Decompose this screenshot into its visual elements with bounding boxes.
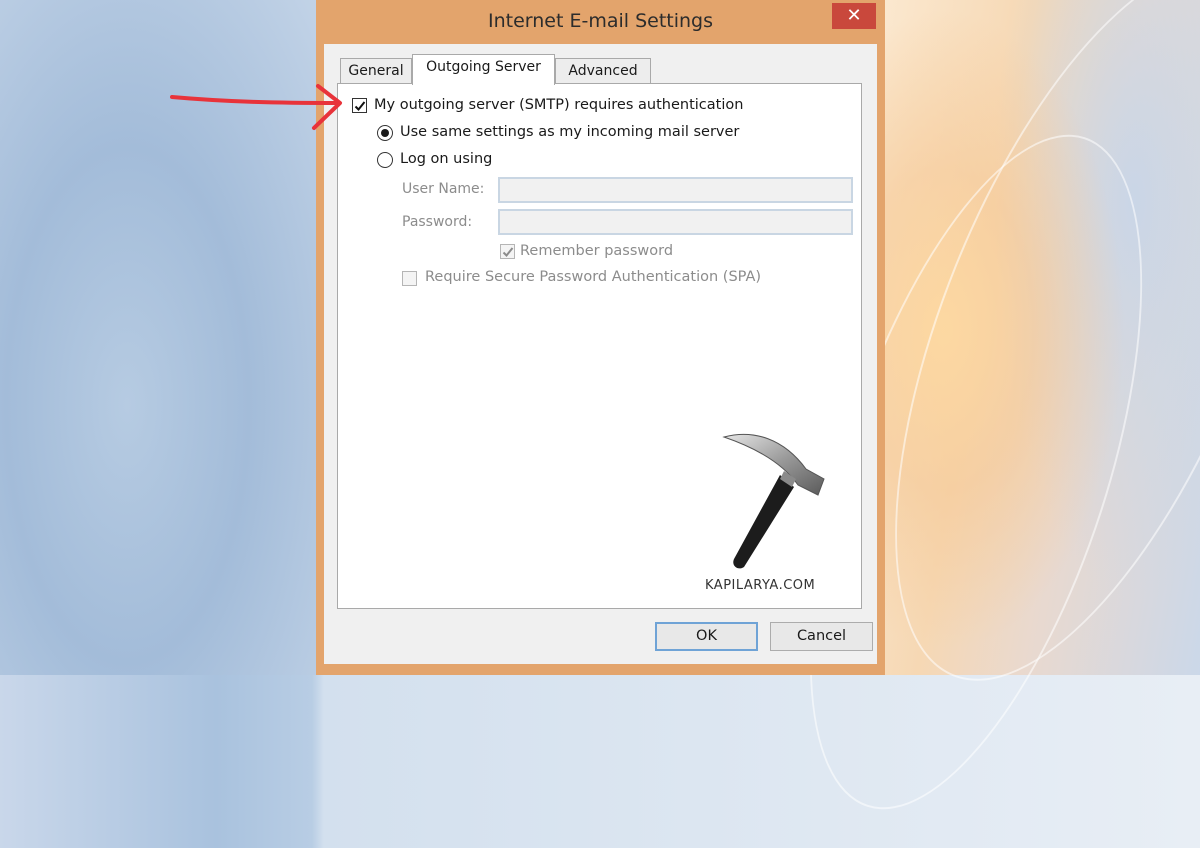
user-name-label: User Name: <box>402 181 485 197</box>
spa-label[interactable]: Require Secure Password Authentication (… <box>425 269 761 285</box>
password-label: Password: <box>402 214 473 230</box>
use-same-settings-radio[interactable] <box>377 125 393 141</box>
outgoing-server-panel: My outgoing server (SMTP) requires authe… <box>337 83 862 609</box>
smtp-auth-checkbox[interactable] <box>352 98 367 113</box>
tab-advanced[interactable]: Advanced <box>555 58 651 84</box>
checkmark-icon <box>502 247 514 257</box>
dialog-client-area: General Outgoing Server Advanced My outg… <box>324 44 877 664</box>
ok-button[interactable]: OK <box>655 622 758 651</box>
user-name-input[interactable] <box>498 177 853 203</box>
close-button[interactable]: ✕ <box>832 3 876 29</box>
dialog-title: Internet E-mail Settings <box>487 10 714 32</box>
desktop-background-right <box>741 0 1200 848</box>
log-on-using-radio[interactable] <box>377 152 393 168</box>
internet-email-settings-dialog: Internet E-mail Settings ✕ General Outgo… <box>316 0 885 675</box>
tab-general[interactable]: General <box>340 58 412 84</box>
watermark-text: KAPILARYA.COM <box>705 578 816 593</box>
remember-password-label[interactable]: Remember password <box>520 243 673 259</box>
smtp-auth-label[interactable]: My outgoing server (SMTP) requires authe… <box>374 97 743 113</box>
spa-checkbox[interactable] <box>402 271 417 286</box>
close-icon: ✕ <box>846 5 862 26</box>
tab-outgoing-server[interactable]: Outgoing Server <box>412 54 555 85</box>
title-bar[interactable]: Internet E-mail Settings ✕ <box>316 0 885 44</box>
hammer-logo-icon <box>722 433 825 569</box>
checkmark-icon <box>354 101 366 111</box>
cancel-button[interactable]: Cancel <box>770 622 873 651</box>
remember-password-checkbox[interactable] <box>500 244 515 259</box>
radio-selected-dot <box>381 129 389 137</box>
use-same-settings-label[interactable]: Use same settings as my incoming mail se… <box>400 124 739 140</box>
password-input[interactable] <box>498 209 853 235</box>
log-on-using-label[interactable]: Log on using <box>400 151 492 167</box>
annotation-arrow-icon <box>170 84 342 130</box>
